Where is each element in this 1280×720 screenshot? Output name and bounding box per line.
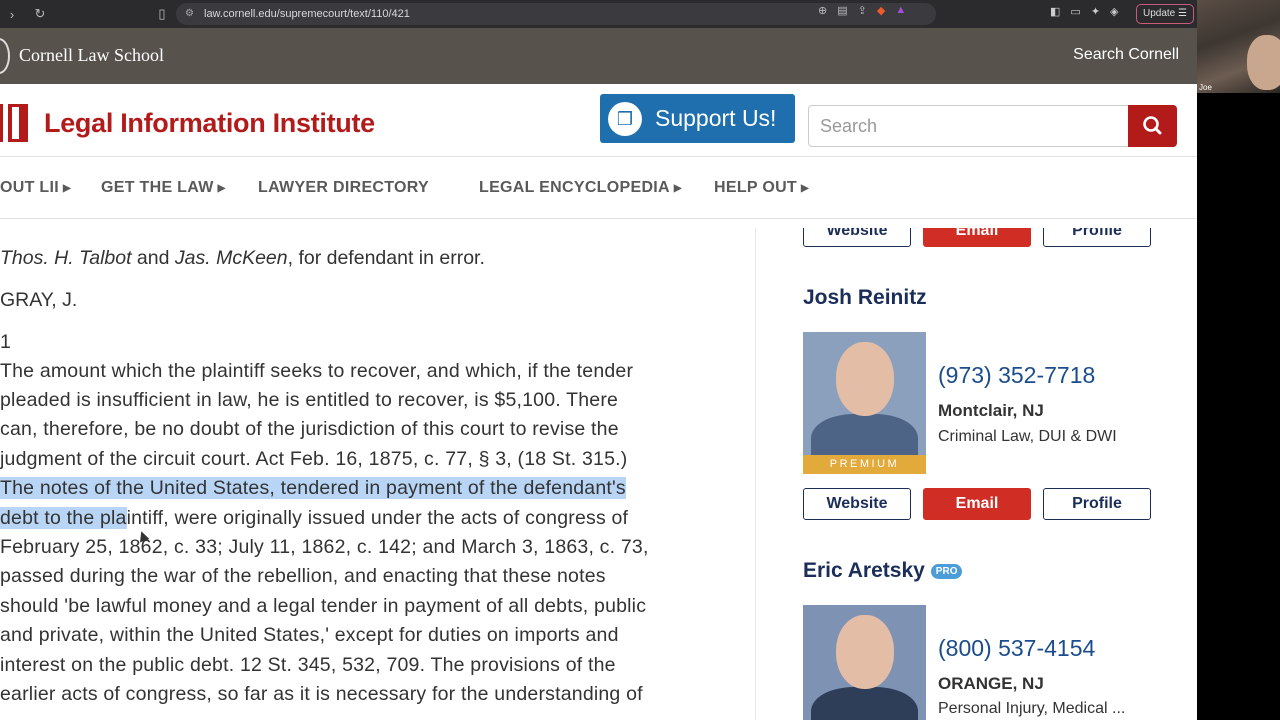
text-line: should 'be lawful money and a legal tend… — [0, 595, 647, 617]
profile-button[interactable]: Profile — [1043, 228, 1151, 247]
text-line: pleaded is insufficient in law, he is en… — [0, 389, 619, 411]
reload-icon[interactable]: ↻ — [30, 6, 50, 22]
browser-toolbar: › ↻ ▯ ⚙ law.cornell.edu/supremecourt/tex… — [0, 0, 1197, 28]
nav-lawyer-directory[interactable]: LAWYER DIRECTORY — [258, 179, 429, 197]
email-button[interactable]: Email — [923, 228, 1031, 247]
attorney-name-row: Eric Aretsky PRO — [803, 559, 963, 583]
cornell-link[interactable]: Cornell Law School — [19, 45, 164, 66]
webcam-overlay: Joe — [1197, 0, 1280, 93]
selected-text-line: The notes of the United States, tendered… — [0, 477, 626, 500]
attorney-practice: Personal Injury, Medical ... — [938, 700, 1126, 717]
presenter-face — [1247, 35, 1280, 90]
text-line: judgment of the circuit court. Act Feb. … — [0, 448, 628, 470]
search-input[interactable]: Search — [808, 105, 1130, 147]
sidebar-icon[interactable]: ◧ — [1050, 5, 1060, 18]
nav-label: LAWYER DIRECTORY — [258, 179, 430, 196]
website-button[interactable]: Website — [803, 488, 911, 520]
lawyer-sidebar: Website Email Profile Josh Reinitz PREMI… — [755, 228, 1197, 720]
photo-head — [836, 342, 894, 416]
reader-icon[interactable]: ▤ — [837, 4, 847, 17]
counsel-name: Jas. McKeen — [174, 247, 288, 269]
brave-rewards-icon[interactable]: ▲ — [895, 4, 906, 17]
lii-header: Legal Information Institute ❒ Support Us… — [0, 84, 1197, 157]
extension-icons: ◧ ▭ ✦ ◈ — [1050, 5, 1119, 18]
website-button[interactable]: Website — [803, 228, 911, 247]
caret-right-icon: ▶ — [62, 183, 71, 194]
paragraph-number[interactable]: 1 — [0, 331, 11, 354]
nav-legal-encyclopedia[interactable]: LEGAL ENCYCLOPEDIA ▶ — [479, 179, 682, 197]
forward-icon[interactable]: › — [2, 7, 22, 22]
zoom-icon[interactable]: ⊕ — [818, 4, 827, 17]
text-line: The amount which the plaintiff seeks to … — [0, 360, 634, 382]
nav-label: GET THE LAW — [101, 179, 214, 196]
premium-badge: PREMIUM — [803, 455, 926, 474]
attorney-city: Montclair, NJ — [938, 401, 1044, 420]
attorney-photo[interactable] — [803, 605, 926, 720]
search-button[interactable] — [1128, 105, 1177, 147]
profile-button[interactable]: Profile — [1043, 488, 1151, 520]
site-title[interactable]: Legal Information Institute — [44, 108, 375, 139]
text-line: passed during the war of the rebellion, … — [0, 565, 606, 587]
counsel-and: and — [131, 247, 175, 269]
support-us-button[interactable]: ❒ Support Us! — [600, 94, 795, 143]
text-line: earlier acts of congress, so far as it i… — [0, 683, 643, 705]
gift-icon: ❒ — [608, 102, 642, 136]
opinion-text: Thos. H. Talbot and Jas. McKeen, for def… — [0, 228, 755, 720]
text-line: February 25, 1862, c. 33; July 11, 1862,… — [0, 536, 649, 558]
bookmark-icon[interactable]: ▯ — [152, 6, 172, 22]
web-page: Cornell Law School Search Cornell Legal … — [0, 28, 1197, 720]
text-line: and private, within the United States,' … — [0, 624, 619, 646]
attorney-city: ORANGE, NJ — [938, 674, 1044, 693]
vpn-icon[interactable]: ◈ — [1110, 5, 1118, 18]
attorney-photo[interactable]: PREMIUM — [803, 332, 926, 474]
brave-shield-icon[interactable]: ◆ — [877, 4, 885, 17]
leo-ai-icon[interactable]: ✦ — [1091, 5, 1100, 18]
nav-get-the-law[interactable]: GET THE LAW ▶ — [101, 179, 226, 197]
email-button[interactable]: Email — [923, 488, 1031, 520]
text-line-rest: intiff, were originally issued under the… — [126, 507, 629, 529]
update-label: Update — [1143, 8, 1176, 19]
nav-label: OUT LII — [0, 179, 59, 196]
attorney-name[interactable]: Eric Aretsky — [803, 559, 925, 582]
update-button[interactable]: Update ☰ — [1136, 4, 1194, 24]
search-cornell-link[interactable]: Search Cornell — [1073, 46, 1179, 64]
judge-name: GRAY, J. — [0, 289, 78, 311]
counsel-line: Thos. H. Talbot and Jas. McKeen, for def… — [0, 247, 485, 270]
nav-about-lii[interactable]: OUT LII ▶ — [0, 179, 71, 197]
nav-label: HELP OUT — [714, 179, 798, 196]
attorney-phone[interactable]: (973) 352-7718 — [938, 362, 1095, 389]
counsel-name: Thos. H. Talbot — [0, 247, 132, 269]
attorney-practice: Criminal Law, DUI & DWI — [938, 428, 1117, 445]
url-text: law.cornell.edu/supremecourt/text/110/42… — [204, 8, 410, 20]
text-line: interest on the public debt. 12 St. 345,… — [0, 654, 616, 676]
cornell-bar: Cornell Law School Search Cornell — [0, 28, 1197, 84]
address-bar-icons: ⊕ ▤ ⇪ ◆ ▲ — [818, 4, 906, 17]
webcam-name: Joe — [1199, 83, 1212, 92]
nav-label: LEGAL ENCYCLOPEDIA — [479, 179, 670, 196]
partially-selected-line: debt to the plaintiff, were originally i… — [0, 507, 628, 530]
pro-badge: PRO — [930, 564, 963, 579]
support-label: Support Us! — [655, 105, 777, 131]
cornell-seal-icon[interactable] — [0, 38, 10, 74]
text-line: can, therefore, be no doubt of the juris… — [0, 418, 619, 440]
share-icon[interactable]: ⇪ — [858, 4, 867, 17]
site-settings-icon[interactable]: ⚙ — [185, 3, 194, 25]
lii-logo-icon[interactable] — [0, 104, 30, 142]
photo-shirt — [811, 687, 918, 720]
caret-right-icon: ▶ — [673, 183, 682, 194]
caret-right-icon: ▶ — [801, 183, 810, 194]
search-icon — [1143, 116, 1162, 135]
main-nav: OUT LII ▶ GET THE LAW ▶ LAWYER DIRECTORY L… — [0, 157, 1197, 219]
selected-text: The notes of the United States, tendered… — [0, 477, 626, 499]
counsel-role: , for defendant in error. — [287, 247, 485, 269]
attorney-phone[interactable]: (800) 537-4154 — [938, 635, 1095, 662]
caret-right-icon: ▶ — [217, 183, 226, 194]
wallet-icon[interactable]: ▭ — [1070, 5, 1080, 18]
nav-help-out[interactable]: HELP OUT ▶ — [714, 179, 809, 197]
selected-text: debt to the pla — [0, 507, 127, 529]
photo-head — [836, 615, 894, 689]
attorney-name[interactable]: Josh Reinitz — [803, 286, 927, 310]
